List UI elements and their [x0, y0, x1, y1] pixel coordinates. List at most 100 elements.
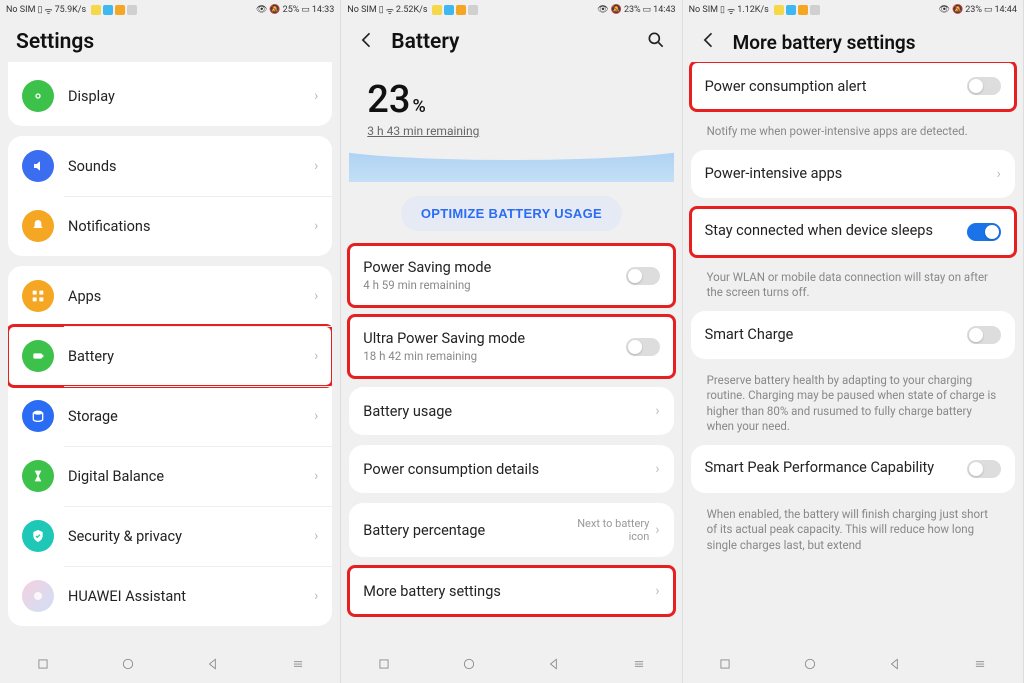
nav-drawer-icon[interactable]	[632, 656, 646, 675]
label: Ultra Power Saving mode	[363, 330, 625, 347]
settings-item-sounds[interactable]: Sounds ›	[8, 136, 332, 196]
settings-item-display[interactable]: Display ›	[8, 66, 332, 126]
label: Battery usage	[363, 403, 649, 420]
status-rate: 75.9K/s	[55, 5, 87, 15]
chevron-right-icon: ›	[314, 408, 318, 424]
label: Apps	[68, 288, 308, 305]
toggle[interactable]	[967, 77, 1001, 95]
page-title: More battery settings	[733, 31, 916, 54]
status-app-icons	[432, 5, 478, 15]
card: Smart Charge	[691, 311, 1015, 359]
mute-icon: 🔕	[269, 5, 280, 15]
status-bar: No SIM ▯ ᯤ 75.9K/s 👁 🔕 25% ▭ 14:33	[0, 0, 340, 20]
nav-back-icon[interactable]	[206, 656, 220, 675]
back-button[interactable]	[357, 30, 377, 54]
battery-content[interactable]: 23% 3 h 43 min remaining OPTIMIZE BATTER…	[341, 62, 681, 647]
search-button[interactable]	[646, 30, 666, 54]
nav-home-icon[interactable]	[803, 656, 817, 675]
settings-item-security[interactable]: Security & privacy ›	[8, 506, 332, 566]
nav-recent-icon[interactable]	[377, 656, 391, 675]
settings-list[interactable]: Display › Sounds › Notifications ›	[0, 62, 340, 647]
row-power-consumption-details[interactable]: Power consumption details ›	[349, 445, 673, 493]
nav-home-icon[interactable]	[121, 656, 135, 675]
row-power-intensive-apps[interactable]: Power-intensive apps ›	[691, 150, 1015, 198]
shield-icon	[22, 520, 54, 552]
nav-recent-icon[interactable]	[718, 656, 732, 675]
settings-item-battery[interactable]: Battery ›	[8, 326, 332, 386]
nav-drawer-icon[interactable]	[291, 656, 305, 675]
nav-back-icon[interactable]	[888, 656, 902, 675]
settings-item-apps[interactable]: Apps ›	[8, 266, 332, 326]
label: Power-intensive apps	[705, 165, 991, 182]
settings-item-huawei-assistant[interactable]: HUAWEI Assistant ›	[8, 566, 332, 626]
screen-battery: No SIM ▯ ᯤ 2.52K/s 👁 🔕 23% ▭ 14:43 Batte…	[341, 0, 682, 683]
nav-bar	[341, 647, 681, 683]
toggle[interactable]	[626, 267, 660, 285]
status-battery-pct: 25%	[283, 5, 300, 15]
row-battery-percentage[interactable]: Battery percentage Next to battery icon …	[349, 503, 673, 557]
nav-recent-icon[interactable]	[36, 656, 50, 675]
eye-off-icon: 👁	[597, 5, 608, 15]
eye-off-icon: 👁	[939, 5, 950, 15]
status-rate: 1.12K/s	[737, 5, 769, 15]
chevron-right-icon: ›	[997, 166, 1001, 182]
label: Battery percentage	[363, 522, 569, 539]
back-button[interactable]	[699, 30, 719, 54]
row-battery-usage[interactable]: Battery usage ›	[349, 387, 673, 435]
page-title: Settings	[16, 30, 94, 54]
card: Power-intensive apps ›	[691, 150, 1015, 198]
label: HUAWEI Assistant	[68, 588, 308, 605]
label: Digital Balance	[68, 468, 308, 485]
toggle[interactable]	[967, 460, 1001, 478]
display-icon	[22, 80, 54, 112]
wave-graphic	[349, 144, 673, 182]
row-more-battery-settings[interactable]: More battery settings ›	[349, 567, 673, 615]
bell-icon	[22, 210, 54, 242]
battery-icon: ▭	[301, 5, 310, 15]
status-carrier: No SIM	[6, 5, 35, 15]
label: Power consumption details	[363, 461, 649, 478]
sim-icon: ▯	[37, 5, 42, 15]
settings-item-notifications[interactable]: Notifications ›	[8, 196, 332, 256]
label: Power Saving mode	[363, 259, 625, 276]
status-battery-pct: 23%	[624, 5, 641, 15]
chevron-right-icon: ›	[655, 461, 659, 477]
label: Smart Charge	[705, 326, 967, 343]
card: Sounds › Notifications ›	[8, 136, 332, 256]
assistant-icon	[22, 580, 54, 612]
header: More battery settings	[683, 20, 1023, 62]
eye-off-icon: 👁	[256, 5, 267, 15]
settings-item-digital-balance[interactable]: Digital Balance ›	[8, 446, 332, 506]
nav-home-icon[interactable]	[462, 656, 476, 675]
card: Apps › Battery › Storage ›	[8, 266, 332, 626]
optimize-button[interactable]: OPTIMIZE BATTERY USAGE	[401, 196, 622, 231]
chevron-right-icon: ›	[314, 288, 318, 304]
more-settings-content[interactable]: Power consumption alert Notify me when p…	[683, 62, 1023, 647]
card: Battery percentage Next to battery icon …	[349, 503, 673, 557]
row-power-consumption-alert[interactable]: Power consumption alert	[691, 62, 1015, 110]
battery-remaining[interactable]: 3 h 43 min remaining	[367, 124, 655, 138]
toggle[interactable]	[626, 338, 660, 356]
label: Smart Peak Performance Capability	[705, 459, 967, 478]
battery-icon: ▭	[643, 5, 652, 15]
row-smart-peak-performance[interactable]: Smart Peak Performance Capability	[691, 445, 1015, 493]
row-stay-connected[interactable]: Stay connected when device sleeps	[691, 208, 1015, 256]
row-power-saving-mode[interactable]: Power Saving mode 4 h 59 min remaining	[349, 245, 673, 306]
toggle[interactable]	[967, 326, 1001, 344]
label: More battery settings	[363, 583, 649, 600]
chevron-right-icon: ›	[655, 403, 659, 419]
battery-percent: 23%	[367, 78, 655, 122]
percent-value: 23	[367, 78, 410, 122]
wifi-icon: ᯤ	[727, 4, 735, 17]
nav-drawer-icon[interactable]	[973, 656, 987, 675]
row-ultra-power-saving[interactable]: Ultra Power Saving mode 18 h 42 min rema…	[349, 316, 673, 377]
settings-item-storage[interactable]: Storage ›	[8, 386, 332, 446]
mute-icon: 🔕	[952, 5, 963, 15]
row-smart-charge[interactable]: Smart Charge	[691, 311, 1015, 359]
card: Stay connected when device sleeps	[691, 208, 1015, 256]
help-text: When enabled, the battery will finish ch…	[691, 503, 1015, 554]
chevron-right-icon: ›	[655, 583, 659, 599]
card: Smart Peak Performance Capability	[691, 445, 1015, 493]
toggle[interactable]	[967, 223, 1001, 241]
nav-back-icon[interactable]	[547, 656, 561, 675]
